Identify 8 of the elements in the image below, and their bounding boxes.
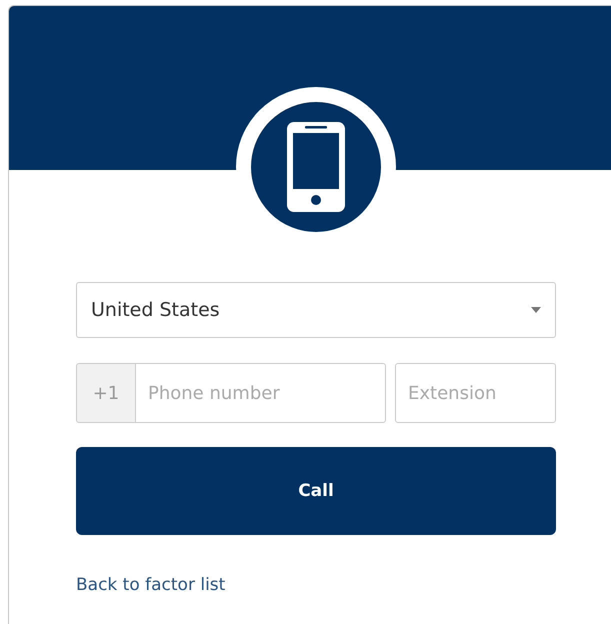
dropdown-caret-icon <box>531 307 541 313</box>
call-button[interactable]: Call <box>76 447 556 535</box>
country-code-prefix: +1 <box>76 363 136 423</box>
smartphone-icon <box>287 122 345 212</box>
phone-number-field[interactable]: Phone number <box>136 363 386 423</box>
extension-field[interactable]: Extension <box>395 363 556 423</box>
back-link[interactable]: Back to factor list <box>76 575 226 595</box>
country-select[interactable]: United States <box>76 282 556 338</box>
